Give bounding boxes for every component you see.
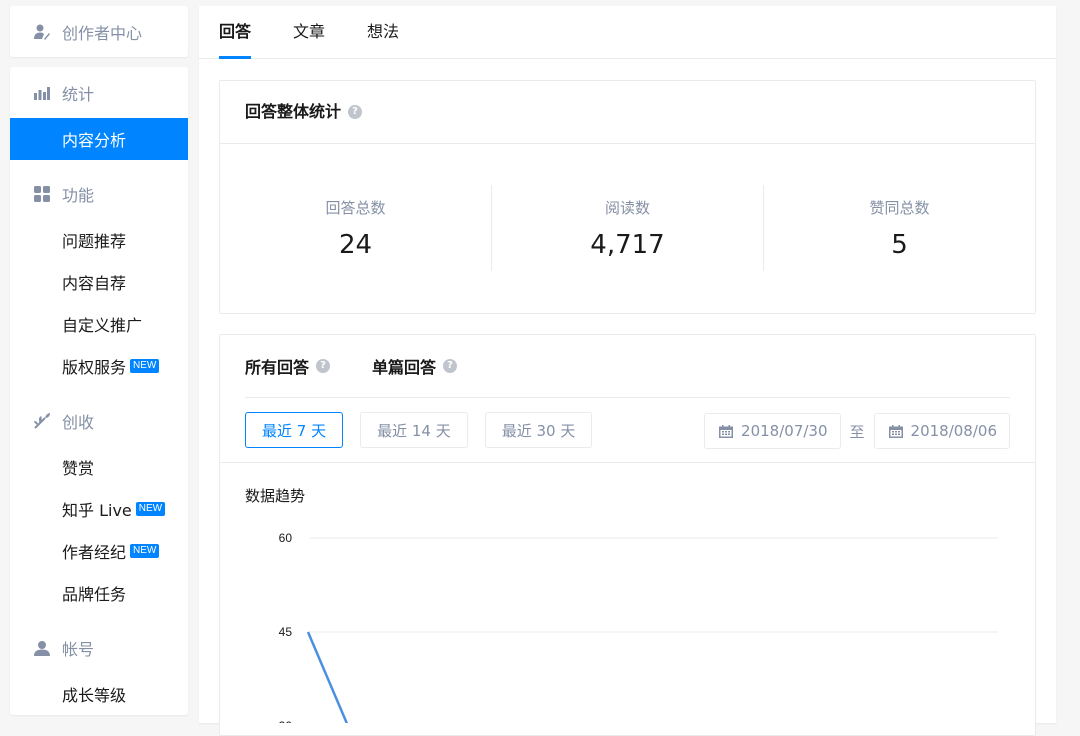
new-badge: NEW [130,359,160,373]
detail-tabs: 所有回答 ? 单篇回答 ? [220,335,1035,397]
tab-thoughts[interactable]: 想法 [367,6,399,58]
y-tick-label: 60 [279,531,293,545]
y-tick-label: 45 [279,625,293,639]
stats-row: 回答总数 24 阅读数 4,717 赞同总数 5 [220,144,1035,312]
to-label: 至 [849,422,865,441]
new-badge: NEW [130,544,160,558]
sidebar-item-label: 内容分析 [62,131,127,150]
range-14-days-button[interactable]: 最近 14 天 [360,412,468,448]
sidebar-item-brand-tasks[interactable]: 品牌任务 [10,572,188,614]
date-to-value: 2018/08/06 [910,422,997,440]
sidebar-item-reward[interactable]: 赞赏 [10,446,188,488]
overview-card: 回答整体统计 ? 回答总数 24 阅读数 4,717 赞同总数 5 [219,80,1036,314]
user-pen-icon [32,22,52,42]
stat-value: 4,717 [590,230,665,260]
filter-bar: 最近 7 天 最近 14 天 最近 30 天 2018/07/30 至 2018… [220,398,1035,462]
date-range: 2018/07/30 至 2018/08/06 [704,413,1010,449]
sidebar-item-copyright[interactable]: 版权服务 NEW [10,345,188,387]
new-badge: NEW [135,502,166,516]
creator-center-label: 创作者中心 [62,23,143,43]
calendar-icon [888,424,903,438]
creator-center-link[interactable]: 创作者中心 [10,6,188,57]
stat-value: 24 [338,230,373,260]
stat-reads: 阅读数 4,717 [492,185,764,271]
sidebar-item-growth-level[interactable]: 成长等级 [10,673,188,715]
help-icon[interactable]: ? [316,359,331,373]
creator-center-card[interactable]: 创作者中心 [10,6,188,57]
tab-single-answer[interactable]: 单篇回答 ? [372,354,458,378]
sidebar-item-label: 自定义推广 [62,316,143,335]
date-from-picker[interactable]: 2018/07/30 [704,413,841,449]
stats-section-header: 统计 [10,67,188,118]
y-tick-label: 30 [279,719,293,723]
range-30-days-button[interactable]: 最近 30 天 [484,412,593,448]
features-section-label: 功能 [62,185,95,205]
date-from-value: 2018/07/30 [741,422,828,440]
series-line [306,631,349,723]
tab-label: 单篇回答 [372,358,437,377]
sidebar-item-label: 问题推荐 [62,232,127,251]
stats-section-label: 统计 [62,84,95,104]
detail-card: 所有回答 ? 单篇回答 ? 最近 7 天 最近 14 天 最近 30 天 201… [219,334,1036,736]
stat-label: 阅读数 [604,199,650,217]
account-section-label: 帐号 [62,639,95,659]
sidebar: 创作者中心 统计 内容分析 功能 问题推荐 内容自荐 自定义推广 版权服务 NE… [10,6,188,725]
income-section-label: 创收 [62,412,95,432]
trend-chart: 30 45 60 [279,531,998,723]
account-section-header: 帐号 [10,622,188,673]
sidebar-item-self-recommend[interactable]: 内容自荐 [10,261,188,303]
grid-icon [32,184,52,204]
content-tabs: 回答 文章 想法 [199,6,1056,59]
sidebar-item-content-analysis[interactable]: 内容分析 [10,118,188,160]
sidebar-item-label: 作者经纪 [62,543,127,562]
stat-label: 回答总数 [325,199,386,217]
overview-title: 回答整体统计 ? [220,81,1035,144]
user-icon [32,638,52,658]
help-icon[interactable]: ? [443,359,458,373]
bar-chart-icon [32,83,52,103]
nav-card: 统计 内容分析 功能 问题推荐 内容自荐 自定义推广 版权服务 NEW 创收 赞… [10,67,188,715]
sidebar-item-label: 赞赏 [62,459,95,478]
sidebar-item-zhihu-live[interactable]: 知乎 Live NEW [10,488,188,530]
sidebar-item-author-agency[interactable]: 作者经纪 NEW [10,530,188,572]
range-7-days-button[interactable]: 最近 7 天 [245,412,344,448]
tab-answers[interactable]: 回答 [219,6,252,59]
sidebar-item-label: 版权服务 [62,358,127,377]
sidebar-item-custom-promotion[interactable]: 自定义推广 [10,303,188,345]
date-to-picker[interactable]: 2018/08/06 [873,413,1010,449]
calendar-icon [719,424,734,438]
sidebar-item-label: 知乎 Live [62,501,132,520]
features-section-header: 功能 [10,168,188,219]
main-panel: 回答 文章 想法 回答整体统计 ? 回答总数 24 阅读数 4,717 赞同总数… [199,6,1056,736]
sidebar-item-label: 品牌任务 [62,585,127,604]
tab-articles[interactable]: 文章 [293,6,325,58]
stat-upvotes: 赞同总数 5 [764,185,1035,271]
overview-title-text: 回答整体统计 [245,102,342,121]
sprout-icon [32,411,52,431]
sidebar-item-label: 内容自荐 [62,274,127,293]
stat-label: 赞同总数 [869,199,930,217]
stat-answers: 回答总数 24 [220,185,492,271]
sidebar-item-question-recommend[interactable]: 问题推荐 [10,219,188,261]
help-icon[interactable]: ? [348,105,363,119]
trend-chart-area: 数据趋势 304560 [220,462,1035,723]
tab-all-answers[interactable]: 所有回答 ? [245,354,331,378]
income-section-header: 创收 [10,395,188,446]
sidebar-item-label: 成长等级 [62,686,127,705]
stat-value: 5 [891,230,908,260]
tab-label: 所有回答 [245,358,310,377]
